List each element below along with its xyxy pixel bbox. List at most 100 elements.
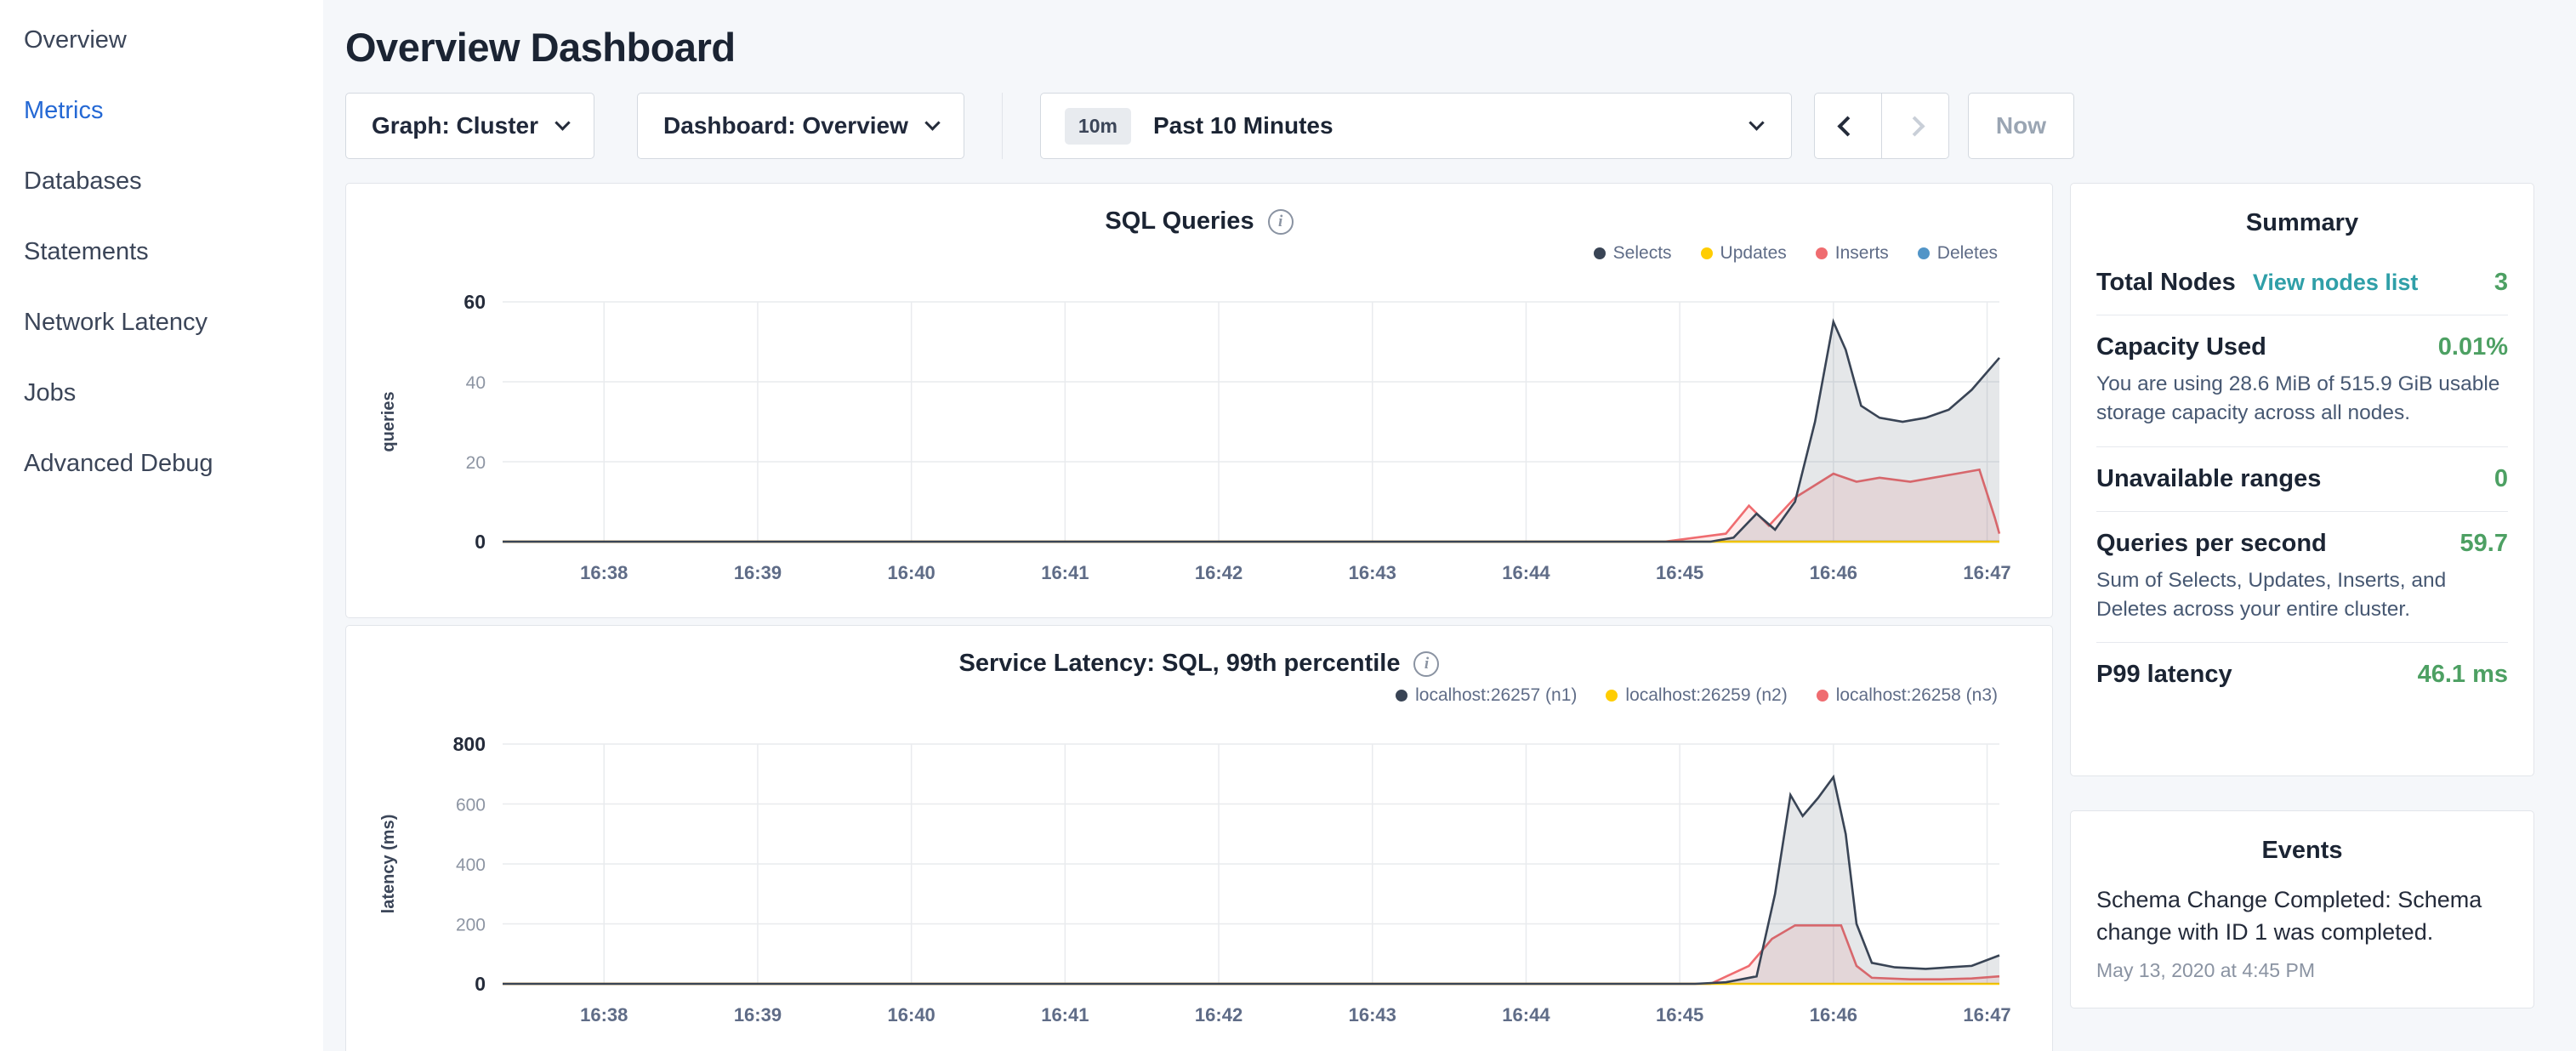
- summary-panel: Summary Total Nodes View nodes list 3 Ca…: [2070, 183, 2534, 776]
- svg-text:16:43: 16:43: [1349, 1004, 1396, 1025]
- time-prev-button[interactable]: [1814, 93, 1882, 159]
- unavailable-ranges-label: Unavailable ranges: [2096, 465, 2321, 493]
- qps-value: 59.7: [2460, 530, 2508, 558]
- sidebar-item-network-latency[interactable]: Network Latency: [0, 287, 323, 358]
- sql-queries-chart-panel: SQL Queries i SelectsUpdatesInsertsDelet…: [345, 183, 2053, 618]
- legend-dot-icon: [1918, 247, 1930, 259]
- svg-text:16:39: 16:39: [734, 562, 782, 583]
- summary-unavailable-ranges: Unavailable ranges 0: [2096, 446, 2508, 511]
- event-text: Schema Change Completed: Schema change w…: [2096, 883, 2508, 949]
- svg-text:16:39: 16:39: [734, 1004, 782, 1025]
- page-title: Overview Dashboard: [345, 24, 2542, 71]
- svg-text:0: 0: [475, 531, 486, 553]
- svg-text:16:41: 16:41: [1041, 562, 1089, 583]
- unavailable-ranges-value: 0: [2494, 465, 2508, 493]
- capacity-used-value: 0.01%: [2438, 333, 2508, 361]
- now-button[interactable]: Now: [1968, 93, 2074, 159]
- time-range-picker[interactable]: 10m Past 10 Minutes: [1040, 93, 1792, 159]
- chevron-left-icon: [1838, 116, 1858, 136]
- info-icon[interactable]: i: [1268, 209, 1294, 235]
- svg-text:16:46: 16:46: [1810, 1004, 1857, 1025]
- sidebar-item-databases[interactable]: Databases: [0, 146, 323, 217]
- toolbar: Graph: Cluster Dashboard: Overview 10m P…: [345, 93, 2542, 159]
- legend-dot-icon: [1594, 247, 1606, 259]
- legend-dot-icon: [1396, 690, 1407, 702]
- svg-text:16:47: 16:47: [1963, 1004, 2010, 1025]
- chart-plot[interactable]: 020040060080016:3816:3916:4016:4116:4216…: [346, 710, 2054, 1050]
- charts-column: SQL Queries i SelectsUpdatesInsertsDelet…: [345, 183, 2053, 1051]
- svg-text:20: 20: [466, 453, 486, 473]
- summary-p99-latency: P99 latency 46.1 ms: [2096, 642, 2508, 707]
- sidebar-item-label: Statements: [24, 238, 149, 266]
- svg-text:400: 400: [456, 855, 486, 875]
- legend-dot-icon: [1701, 247, 1713, 259]
- chevron-right-icon: [1905, 116, 1925, 136]
- graph-scope-label: Graph: Cluster: [372, 112, 538, 139]
- svg-text:queries: queries: [379, 391, 398, 452]
- legend-item[interactable]: Selects: [1594, 242, 1672, 264]
- graph-scope-dropdown[interactable]: Graph: Cluster: [345, 93, 594, 159]
- svg-text:600: 600: [456, 796, 486, 815]
- legend-item[interactable]: localhost:26258 (n3): [1817, 685, 1998, 707]
- qps-description: Sum of Selects, Updates, Inserts, and De…: [2096, 566, 2508, 625]
- time-next-button[interactable]: [1881, 93, 1949, 159]
- sidebar-item-label: Jobs: [24, 379, 76, 407]
- legend-dot-icon: [1817, 690, 1828, 702]
- view-nodes-list-link[interactable]: View nodes list: [2253, 270, 2419, 296]
- app-window: Overview Metrics Databases Statements Ne…: [0, 0, 2576, 1051]
- event-list-item[interactable]: Schema Change Completed: Schema change w…: [2096, 883, 2508, 982]
- svg-text:16:43: 16:43: [1349, 562, 1396, 583]
- svg-text:16:40: 16:40: [888, 562, 935, 583]
- svg-text:0: 0: [475, 973, 486, 995]
- total-nodes-label: Total Nodes: [2096, 269, 2236, 297]
- time-range-label: Past 10 Minutes: [1153, 112, 1333, 139]
- right-column: Summary Total Nodes View nodes list 3 Ca…: [2070, 183, 2534, 1008]
- chart-legend: localhost:26257 (n1) localhost:26259 (n2)…: [346, 685, 2052, 707]
- event-timestamp: May 13, 2020 at 4:45 PM: [2096, 959, 2508, 982]
- svg-text:16:44: 16:44: [1502, 1004, 1550, 1025]
- events-panel: Events Schema Change Completed: Schema c…: [2070, 810, 2534, 1008]
- legend-item[interactable]: localhost:26257 (n1): [1396, 685, 1577, 707]
- events-heading: Events: [2096, 811, 2508, 878]
- legend-item[interactable]: Deletes: [1918, 242, 1998, 264]
- svg-text:16:38: 16:38: [580, 1004, 628, 1025]
- sidebar-item-overview[interactable]: Overview: [0, 5, 323, 76]
- sidebar-item-jobs[interactable]: Jobs: [0, 358, 323, 429]
- p99-latency-label: P99 latency: [2096, 661, 2232, 689]
- dashboard-dropdown[interactable]: Dashboard: Overview: [637, 93, 964, 159]
- summary-total-nodes: Total Nodes View nodes list 3: [2096, 251, 2508, 315]
- toolbar-divider: [1002, 93, 1003, 159]
- chart-legend: Selects Updates Inserts Deletes: [346, 242, 2052, 264]
- chevron-down-icon: [554, 115, 570, 130]
- legend-item[interactable]: Inserts: [1816, 242, 1889, 264]
- info-icon[interactable]: i: [1413, 651, 1439, 677]
- sidebar-item-label: Overview: [24, 26, 127, 54]
- summary-heading: Summary: [2096, 184, 2508, 251]
- capacity-used-label: Capacity Used: [2096, 333, 2266, 361]
- svg-text:16:45: 16:45: [1656, 562, 1703, 583]
- chart-title: Service Latency: SQL, 99th percentile: [959, 650, 1401, 678]
- sidebar-item-label: Network Latency: [24, 309, 208, 337]
- chart-plot[interactable]: 020406016:3816:3916:4016:4116:4216:4316:…: [346, 268, 2054, 608]
- sidebar: Overview Metrics Databases Statements Ne…: [0, 0, 323, 1051]
- sidebar-item-metrics[interactable]: Metrics: [0, 76, 323, 146]
- time-range-badge: 10m: [1065, 108, 1131, 145]
- sidebar-item-label: Metrics: [24, 97, 103, 125]
- p99-latency-value: 46.1 ms: [2418, 661, 2508, 689]
- sidebar-item-advanced-debug[interactable]: Advanced Debug: [0, 429, 323, 499]
- legend-item[interactable]: Updates: [1701, 242, 1787, 264]
- svg-text:16:44: 16:44: [1502, 562, 1550, 583]
- legend-item[interactable]: localhost:26259 (n2): [1606, 685, 1787, 707]
- chevron-down-icon: [924, 115, 940, 130]
- svg-text:800: 800: [453, 733, 486, 755]
- svg-text:16:45: 16:45: [1656, 1004, 1703, 1025]
- svg-text:latency (ms): latency (ms): [379, 815, 398, 914]
- main-content: Overview Dashboard Graph: Cluster Dashbo…: [323, 0, 2576, 1051]
- qps-label: Queries per second: [2096, 530, 2327, 558]
- summary-capacity-used: Capacity Used 0.01% You are using 28.6 M…: [2096, 315, 2508, 446]
- summary-queries-per-second: Queries per second 59.7 Sum of Selects, …: [2096, 511, 2508, 643]
- capacity-used-description: You are using 28.6 MiB of 515.9 GiB usab…: [2096, 370, 2508, 429]
- svg-text:16:42: 16:42: [1195, 562, 1243, 583]
- sidebar-item-statements[interactable]: Statements: [0, 217, 323, 287]
- svg-text:40: 40: [466, 373, 486, 393]
